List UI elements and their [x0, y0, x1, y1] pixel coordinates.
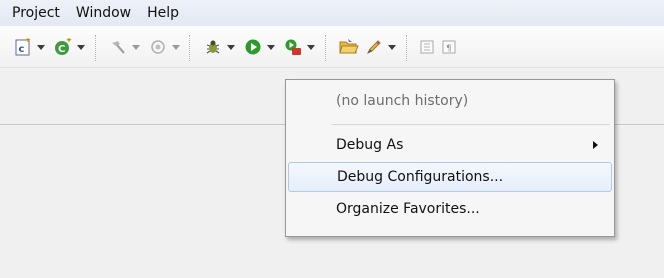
open-folder-icon[interactable]: [338, 36, 360, 58]
debug-bug-icon[interactable]: [202, 36, 224, 58]
edit-pen-icon[interactable]: [363, 36, 385, 58]
menu-help[interactable]: Help: [139, 2, 187, 24]
debug-as-item[interactable]: Debug As: [288, 130, 612, 160]
new-c-project-icon[interactable]: c: [12, 36, 34, 58]
build-target-icon[interactable]: [147, 36, 169, 58]
debug-as-label: Debug As: [336, 137, 404, 153]
toggle-block-icon[interactable]: [416, 36, 438, 58]
build-hammer-icon[interactable]: [107, 36, 129, 58]
svg-text:c: c: [19, 44, 25, 55]
menu-bar: Project Window Help: [0, 0, 664, 26]
new-class-icon[interactable]: C: [52, 36, 74, 58]
run-icon[interactable]: [242, 36, 264, 58]
svg-text:¶: ¶: [446, 44, 452, 54]
toolbar-separator: [189, 35, 190, 61]
menu-project[interactable]: Project: [4, 2, 68, 24]
build-dropdown[interactable]: [130, 40, 142, 54]
toolbar-separator: [406, 35, 407, 61]
run-dropdown[interactable]: [265, 40, 277, 54]
new-project-dropdown[interactable]: [35, 40, 47, 54]
svg-text:C: C: [58, 44, 65, 55]
external-tools-icon[interactable]: [282, 36, 304, 58]
toolbar-separator: [325, 35, 326, 61]
new-class-dropdown[interactable]: [75, 40, 87, 54]
debug-dropdown[interactable]: [225, 40, 237, 54]
toolbar-separator: [95, 35, 96, 61]
submenu-arrow-icon: [593, 141, 598, 149]
organize-favorites-item[interactable]: Organize Favorites...: [288, 194, 612, 224]
menu-divider: [332, 124, 610, 125]
main-toolbar: c C ¶: [0, 26, 664, 68]
menu-window[interactable]: Window: [68, 2, 139, 24]
debug-configurations-item[interactable]: Debug Configurations...: [288, 162, 612, 192]
show-whitespace-icon[interactable]: ¶: [438, 36, 460, 58]
external-tools-dropdown[interactable]: [305, 40, 317, 54]
debug-dropdown-menu: (no launch history) Debug As Debug Confi…: [285, 79, 615, 237]
edit-dropdown[interactable]: [386, 40, 398, 54]
no-launch-history-item: (no launch history): [336, 93, 469, 109]
build-target-dropdown[interactable]: [170, 40, 182, 54]
